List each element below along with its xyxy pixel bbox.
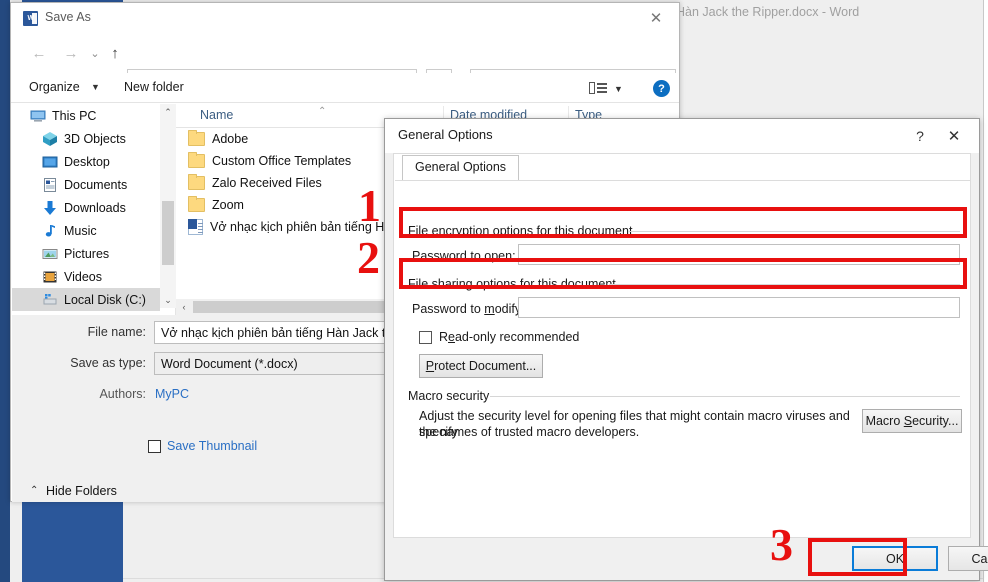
- navigation-pane: This PC 3D Objects Desktop Documents Dow…: [12, 104, 160, 308]
- general-options-title-bar: General Options ? ✕: [385, 119, 979, 153]
- help-icon[interactable]: ?: [653, 80, 670, 97]
- macro-security-group-label: Macro security: [408, 389, 495, 403]
- file-name-label: Zalo Received Files: [212, 176, 322, 190]
- chevron-up-icon[interactable]: ⌃: [30, 485, 38, 496]
- save-as-type-label: Save as type:: [52, 356, 146, 370]
- close-icon[interactable]: ✕: [939, 125, 969, 147]
- annotation-highlight-password-modify: [399, 258, 967, 289]
- sidebar-item-label: Videos: [64, 270, 102, 284]
- read-only-recommended-label: Read-only recommended: [439, 330, 579, 344]
- list-item[interactable]: Zalo Received Files: [188, 172, 322, 194]
- sort-ascending-icon: ⌃: [318, 106, 326, 117]
- arrow-up-icon[interactable]: ↑: [103, 41, 127, 65]
- scroll-up-icon[interactable]: ⌃: [160, 104, 176, 120]
- annotation-highlight-password-open: [399, 207, 967, 238]
- protect-document-button[interactable]: Protect Document...: [419, 354, 543, 378]
- list-item[interactable]: Custom Office Templates: [188, 150, 351, 172]
- navigation-pane-scrollbar[interactable]: ⌃ ⌄: [160, 104, 176, 308]
- save-as-navigation-bar: ← → ⌄ ↑ « › Users › MyPC › Documents ⌄ ↻…: [11, 33, 679, 73]
- sidebar-item-this-pc[interactable]: This PC: [12, 104, 160, 127]
- general-options-dialog: General Options ? ✕ General Options File…: [384, 118, 980, 581]
- file-name-label: Adobe: [212, 132, 248, 146]
- general-options-dialog-title: General Options: [398, 127, 493, 142]
- sidebar-item-desktop[interactable]: Desktop: [12, 150, 160, 173]
- column-header-name[interactable]: Name: [200, 108, 233, 122]
- sidebar-item-label: Pictures: [64, 247, 109, 261]
- save-as-title-bar: W Save As ✕: [11, 3, 679, 33]
- sidebar-item-pictures[interactable]: Pictures: [12, 242, 160, 265]
- folder-icon: [188, 176, 205, 190]
- picture-icon: [42, 246, 58, 262]
- hide-folders-button[interactable]: Hide Folders: [46, 484, 117, 498]
- music-note-icon: [42, 223, 58, 239]
- annotation-step-2: 2: [357, 235, 380, 281]
- scroll-down-icon[interactable]: ⌄: [160, 292, 176, 308]
- list-view-icon[interactable]: [589, 82, 607, 96]
- sidebar-item-3d-objects[interactable]: 3D Objects: [12, 127, 160, 150]
- new-folder-button[interactable]: New folder: [124, 80, 184, 94]
- folder-icon: [188, 154, 205, 168]
- folder-icon: [188, 198, 205, 212]
- scroll-left-icon[interactable]: ‹: [176, 299, 192, 315]
- help-icon[interactable]: ?: [907, 125, 933, 147]
- sidebar-item-label: Local Disk (C:): [64, 293, 146, 307]
- download-arrow-icon: [42, 200, 58, 216]
- list-item[interactable]: Adobe: [188, 128, 248, 150]
- password-to-modify-label: Password to modify:: [412, 302, 525, 316]
- macro-security-description-line2: the names of trusted macro developers.: [419, 424, 879, 440]
- save-thumbnail-checkbox[interactable]: Save Thumbnail: [148, 439, 257, 453]
- sidebar-item-label: Documents: [64, 178, 127, 192]
- close-icon[interactable]: ✕: [639, 7, 673, 29]
- tab-strip-divider: [395, 180, 971, 181]
- word-app-icon: W: [23, 11, 38, 26]
- sidebar-item-local-disk-c[interactable]: Local Disk (C:): [12, 288, 160, 311]
- disk-icon: [42, 292, 58, 308]
- macro-security-button[interactable]: Macro Security...: [862, 409, 962, 433]
- word-backstage-edge: [0, 0, 10, 582]
- sidebar-item-label: Downloads: [64, 201, 126, 215]
- file-name-label: Custom Office Templates: [212, 154, 351, 168]
- arrow-right-icon[interactable]: →: [59, 41, 83, 65]
- file-name-label: File name:: [52, 325, 146, 339]
- word-document-title: Hàn Jack the Ripper.docx - Word: [676, 5, 859, 19]
- sidebar-item-music[interactable]: Music: [12, 219, 160, 242]
- annotation-highlight-ok-button: [808, 538, 907, 576]
- chevron-down-icon[interactable]: ▼: [614, 84, 623, 94]
- sidebar-item-documents[interactable]: Documents: [12, 173, 160, 196]
- authors-label: Authors:: [52, 387, 146, 401]
- scrollbar-thumb[interactable]: [162, 201, 174, 265]
- sidebar-item-label: Desktop: [64, 155, 110, 169]
- group-rule: [490, 396, 960, 397]
- arrow-left-icon[interactable]: ←: [27, 41, 51, 65]
- cube-icon: [42, 131, 58, 147]
- desktop-icon: [42, 154, 58, 170]
- sidebar-item-downloads[interactable]: Downloads: [12, 196, 160, 219]
- monitor-icon: [30, 108, 46, 124]
- word-document-icon: [188, 219, 203, 235]
- save-thumbnail-label: Save Thumbnail: [167, 439, 257, 453]
- list-item[interactable]: Zoom: [188, 194, 244, 216]
- checkbox-box[interactable]: [148, 440, 161, 453]
- read-only-recommended-checkbox[interactable]: [419, 331, 432, 344]
- organize-button[interactable]: Organize: [29, 80, 80, 94]
- chevron-down-icon[interactable]: ▼: [91, 82, 100, 92]
- tab-general-options[interactable]: General Options: [402, 155, 519, 180]
- folder-icon: [188, 132, 205, 146]
- authors-value[interactable]: MyPC: [155, 387, 189, 401]
- sidebar-item-label: This PC: [52, 109, 96, 123]
- word-right-border: [983, 0, 988, 582]
- annotation-step-3: 3: [770, 522, 793, 568]
- file-name-label: Zoom: [212, 198, 244, 212]
- save-as-command-bar: Organize ▼ New folder ▼ ?: [11, 73, 679, 103]
- film-icon: [42, 269, 58, 285]
- password-to-modify-input[interactable]: [518, 297, 960, 318]
- sidebar-item-videos[interactable]: Videos: [12, 265, 160, 288]
- save-as-dialog-title: Save As: [45, 10, 91, 24]
- sidebar-item-label: Music: [64, 224, 97, 238]
- cancel-button[interactable]: Cancel: [948, 546, 988, 571]
- sidebar-item-label: 3D Objects: [64, 132, 126, 146]
- annotation-step-1: 1: [358, 183, 381, 229]
- documents-icon: [42, 177, 58, 193]
